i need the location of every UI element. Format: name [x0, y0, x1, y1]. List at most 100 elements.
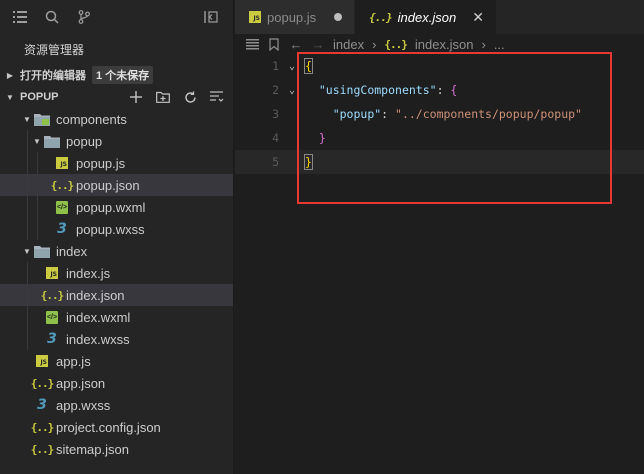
- tree-item-label: index.wxml: [66, 309, 131, 325]
- folder-icon: [44, 133, 60, 149]
- json-file-icon: {..}: [30, 442, 54, 456]
- inner-open-brace: {: [450, 83, 458, 97]
- css-file-icon: 3: [37, 397, 47, 413]
- tree-item[interactable]: {..} app.json: [0, 372, 233, 394]
- code-line-2: 2 ⌄ "usingComponents": {: [235, 78, 644, 102]
- indent-guide: [27, 130, 28, 152]
- indent-guide: [27, 306, 28, 328]
- section-actions: [128, 89, 225, 105]
- js-file-icon: JS: [34, 353, 50, 369]
- search-icon[interactable]: [44, 9, 60, 25]
- wxml-file-icon: </>: [44, 309, 60, 325]
- open-editors-section[interactable]: ▶ 打开的编辑器 1 个未保存: [0, 64, 233, 86]
- js-file-icon: JS: [54, 155, 70, 171]
- code-line-1: 1 ⌄ {: [235, 54, 644, 78]
- tree-item[interactable]: {..} sitemap.json: [0, 438, 233, 460]
- breadcrumb-folder[interactable]: index: [333, 37, 364, 52]
- tree-item[interactable]: JS index.js: [0, 262, 233, 284]
- tab-popup-js[interactable]: JS popup.js: [235, 0, 356, 34]
- arrow-left-icon[interactable]: ←: [289, 37, 303, 52]
- bookmark-icon[interactable]: [267, 37, 281, 51]
- json-string: "../components/popup/popup": [395, 107, 582, 121]
- file-tree: ▼ components ▼ popup JS popup.js {..} popup.jso…: [0, 108, 233, 460]
- explorer-title: 资源管理器: [24, 42, 85, 57]
- chevron-right-icon: ▶: [6, 70, 14, 80]
- tab-index-json[interactable]: {..} index.json ✕: [355, 0, 497, 34]
- close-brace: }: [304, 154, 313, 170]
- tree-item[interactable]: </> popup.wxml: [0, 196, 233, 218]
- tree-item-label: popup.js: [76, 155, 126, 171]
- tree-item[interactable]: JS app.js: [0, 350, 233, 372]
- tree-item[interactable]: 3 app.wxss: [0, 394, 233, 416]
- breadcrumb-more[interactable]: ...: [494, 37, 505, 52]
- folder-components-icon: [34, 111, 50, 127]
- tree-item-label: index.json: [66, 287, 125, 303]
- unsaved-badge: 1 个未保存: [92, 66, 154, 84]
- indent-guide: [27, 196, 28, 218]
- line-number: 5: [272, 155, 279, 169]
- tree-item[interactable]: {..} popup.json: [0, 174, 233, 196]
- code-editor[interactable]: 1 ⌄ { 2 ⌄ "usingComponents": { 3 "popup"…: [235, 54, 644, 174]
- line-number: 2: [272, 83, 279, 97]
- js-file-icon: JS: [44, 265, 60, 281]
- tree-item-label: app.json: [56, 375, 106, 391]
- chevron-right-icon: ›: [372, 36, 377, 52]
- tree-item[interactable]: ▼ index: [0, 240, 233, 262]
- tree-item-label: popup.wxss: [76, 221, 145, 237]
- code-line-3: 3 "popup": "../components/popup/popup": [235, 102, 644, 126]
- tree-item-label: index.wxss: [66, 331, 130, 347]
- tree-item[interactable]: ▼ popup: [0, 130, 233, 152]
- line-number: 3: [272, 107, 279, 121]
- collapse-all-icon[interactable]: [209, 89, 225, 105]
- tree-item[interactable]: ▼ components: [0, 108, 233, 130]
- arrow-right-icon[interactable]: →: [311, 37, 325, 52]
- tree-item-label: components: [56, 111, 127, 127]
- tree-item[interactable]: JS popup.js: [0, 152, 233, 174]
- tree-item[interactable]: 3 index.wxss: [0, 328, 233, 350]
- unsaved-dot-icon[interactable]: [334, 13, 343, 21]
- tree-item[interactable]: {..} project.config.json: [0, 416, 233, 438]
- line-number: 4: [272, 131, 279, 145]
- fold-chevron-icon[interactable]: ⌄: [279, 85, 305, 96]
- chevron-down-icon[interactable]: ▼: [20, 247, 34, 256]
- sidebar-toolbar: [0, 0, 233, 34]
- project-label: POPUP: [20, 91, 59, 103]
- json-file-icon: {..}: [30, 420, 54, 434]
- explorer-sidebar: 资源管理器 ▶ 打开的编辑器 1 个未保存 ▼ POPUP ▼ component…: [0, 0, 234, 474]
- breadcrumb-file[interactable]: index.json: [415, 37, 474, 52]
- tree-item[interactable]: {..} index.json: [0, 284, 233, 306]
- indent-guide: [27, 262, 28, 284]
- refresh-icon[interactable]: [182, 89, 198, 105]
- json-file-icon: {..}: [384, 37, 407, 51]
- css-file-icon: 3: [57, 221, 67, 237]
- tree-item-label: index.js: [66, 265, 111, 281]
- json-file-icon: {..}: [50, 178, 74, 192]
- indent-guide: [37, 152, 38, 174]
- tree-item-label: app.wxss: [56, 397, 111, 413]
- chevron-down-icon[interactable]: ▼: [30, 137, 44, 146]
- split-editor-icon[interactable]: [203, 9, 219, 25]
- chevron-down-icon[interactable]: ▼: [20, 115, 34, 124]
- new-file-icon[interactable]: [128, 89, 144, 105]
- tree-item[interactable]: 3 popup.wxss: [0, 218, 233, 240]
- tree-item-label: popup.wxml: [76, 199, 146, 215]
- source-control-icon[interactable]: [76, 9, 92, 25]
- indent-guide: [37, 218, 38, 240]
- code-line-5: 5 }: [235, 150, 644, 174]
- indent-guide: [37, 196, 38, 218]
- tree-item-label: popup.json: [76, 177, 140, 193]
- tab-label: index.json: [397, 9, 457, 25]
- list-icon[interactable]: [245, 38, 259, 50]
- close-icon[interactable]: ✕: [472, 9, 484, 26]
- line-number: 1: [272, 59, 279, 73]
- project-section[interactable]: ▼ POPUP: [0, 86, 233, 108]
- fold-chevron-icon[interactable]: ⌄: [279, 61, 305, 72]
- json-file-icon: {..}: [40, 288, 64, 302]
- json-file-icon: {..}: [30, 376, 54, 390]
- tree-item-label: index: [56, 243, 88, 259]
- tree-item[interactable]: </> index.wxml: [0, 306, 233, 328]
- indent-guide: [27, 218, 28, 240]
- js-file-icon: JS: [249, 11, 261, 23]
- list-icon[interactable]: [12, 9, 28, 25]
- new-folder-icon[interactable]: [155, 89, 171, 105]
